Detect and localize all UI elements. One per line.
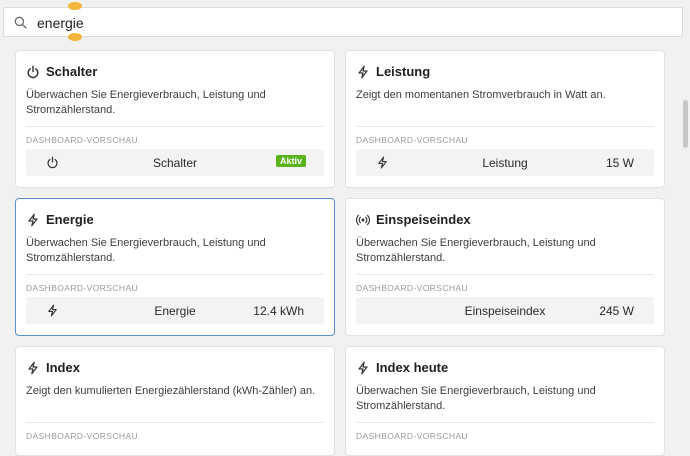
card-title: Schalter [46, 64, 98, 79]
card-title: Energie [46, 212, 94, 227]
card-index-heute[interactable]: Index heute Überwachen Sie Energieverbra… [345, 346, 665, 456]
preview-row: Einspeiseindex 245 W [356, 297, 654, 324]
preview-label: DASHBOARD-VORSCHAU [356, 431, 469, 441]
divider [356, 274, 654, 275]
preview-label: DASHBOARD-VORSCHAU [26, 283, 139, 293]
power-icon [27, 65, 39, 78]
card-description: Überwachen Sie Energieverbrauch, Leistun… [356, 385, 596, 412]
preview-value: 245 W [599, 304, 634, 318]
preview-value: 15 W [605, 156, 634, 170]
card-description: Überwachen Sie Energieverbrauch, Leistun… [26, 237, 266, 264]
preview-label: DASHBOARD-VORSCHAU [26, 135, 139, 145]
text-cursor-handle-top[interactable] [68, 2, 82, 10]
divider [26, 126, 324, 127]
broadcast-icon [356, 214, 370, 225]
status-badge: Aktiv [275, 155, 306, 167]
card-title: Index [46, 360, 80, 375]
card-einspeiseindex[interactable]: Einspeiseindex Überwachen Sie Energiever… [345, 198, 665, 336]
bolt-icon [28, 361, 38, 374]
preview-row: Leistung 15 W [356, 149, 654, 176]
card-title: Index heute [376, 360, 449, 375]
card-title: Leistung [376, 64, 431, 79]
bolt-icon [358, 361, 368, 374]
preview-value: 12.4 kWh [253, 304, 304, 318]
divider [356, 422, 654, 423]
text-cursor-handle-bottom[interactable] [68, 33, 82, 41]
card-description: Zeigt den kumulierten Energiezählerstand… [26, 385, 316, 397]
preview-label: DASHBOARD-VORSCHAU [356, 283, 469, 293]
card-description: Überwachen Sie Energieverbrauch, Leistun… [356, 237, 596, 264]
card-index[interactable]: Index Zeigt den kumulierten Energiezähle… [15, 346, 335, 456]
bolt-icon [28, 213, 38, 226]
preview-label: DASHBOARD-VORSCHAU [356, 135, 469, 145]
preview-label: DASHBOARD-VORSCHAU [26, 431, 139, 441]
divider [356, 126, 654, 127]
card-schalter[interactable]: Schalter Überwachen Sie Energieverbrauch… [15, 50, 335, 188]
bolt-icon [358, 65, 368, 78]
search-icon [14, 16, 27, 29]
preview-row: Schalter Aktiv [26, 149, 324, 176]
divider [26, 274, 324, 275]
card-leistung[interactable]: Leistung Zeigt den momentanen Stromverbr… [345, 50, 665, 188]
divider [26, 422, 324, 423]
card-energie[interactable]: Energie Überwachen Sie Energieverbrauch,… [15, 198, 335, 336]
search-bar[interactable]: energie [3, 7, 683, 37]
search-input[interactable]: energie [37, 15, 84, 31]
card-title: Einspeiseindex [376, 212, 471, 227]
scrollbar-thumb[interactable] [683, 100, 688, 148]
preview-row: Energie 12.4 kWh [26, 297, 324, 324]
card-description: Überwachen Sie Energieverbrauch, Leistun… [26, 89, 266, 116]
card-description: Zeigt den momentanen Stromverbrauch in W… [356, 89, 606, 101]
